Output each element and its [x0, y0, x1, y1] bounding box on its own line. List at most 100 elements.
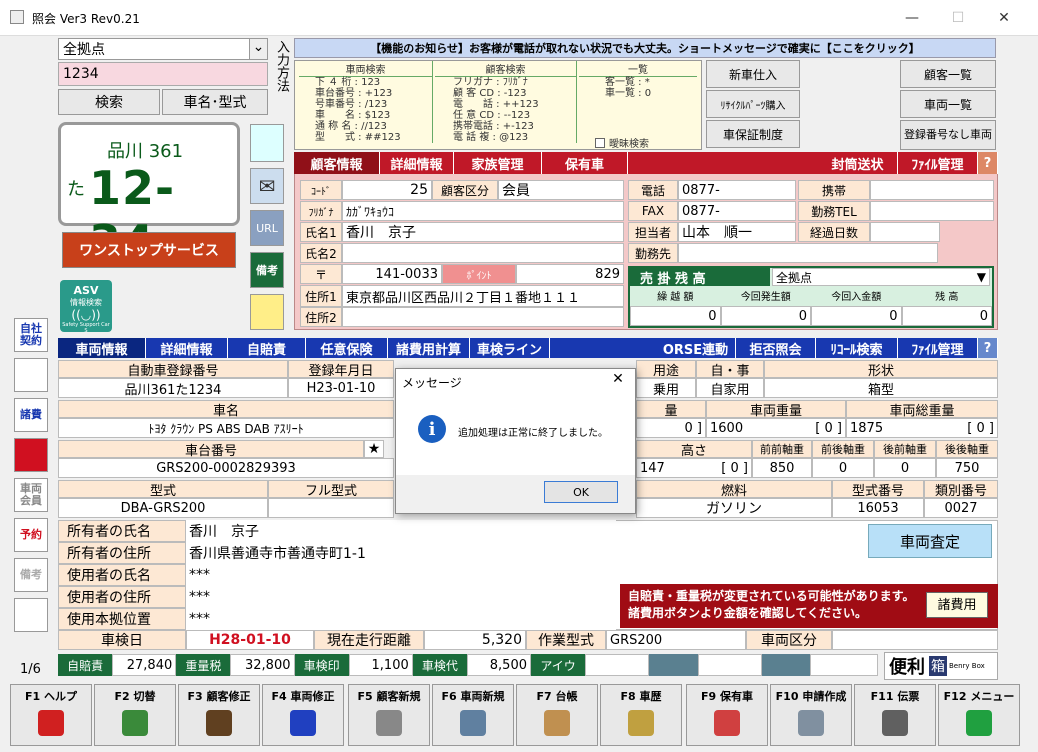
tab-inspect-line[interactable]: 車検ライン	[470, 338, 550, 358]
star-icon[interactable]: ★	[364, 440, 384, 458]
ok-button[interactable]: OK	[544, 481, 618, 503]
url-button[interactable]: URL	[250, 210, 284, 246]
juryo-field[interactable]: 32,800	[230, 654, 295, 676]
f1-help-button[interactable]: F1 ヘルプ	[10, 684, 92, 746]
name2-field[interactable]	[342, 243, 624, 263]
mobile-field[interactable]	[870, 180, 994, 200]
tab-nini[interactable]: 任意保険	[306, 338, 388, 358]
tab-vehicle-detail[interactable]: 詳細情報	[146, 338, 228, 358]
fax-field[interactable]: 0877-	[678, 201, 796, 221]
tab-jibai[interactable]: 自賠責	[228, 338, 306, 358]
reservation-button[interactable]: 予約	[14, 518, 48, 552]
addr2-field[interactable]	[342, 307, 624, 327]
rf-axle-field[interactable]: 0	[874, 458, 936, 478]
receivable-value[interactable]: 0	[811, 306, 902, 326]
cost-sheet-button[interactable]: 諸費	[14, 398, 48, 432]
search-button[interactable]: 検索	[58, 89, 160, 115]
model-field[interactable]: DBA-GRS200	[58, 498, 268, 518]
inspect-field[interactable]: H28-01-10	[186, 630, 314, 650]
owner-name-field[interactable]: 香川 京子	[186, 520, 616, 542]
aiu-field[interactable]	[585, 654, 650, 676]
weight-field[interactable]: 1600[ 0 ]	[706, 418, 846, 438]
rr-axle-field[interactable]: 750	[936, 458, 998, 478]
height-field[interactable]: 147[ 0 ]	[636, 458, 752, 478]
owner-addr-field[interactable]: 香川県善通寺市善通寺町1-1	[186, 542, 616, 564]
note-button[interactable]: 備考	[250, 252, 284, 288]
fuel-field[interactable]: ガソリン	[636, 498, 832, 518]
f2-switch-button[interactable]: F2 切替	[94, 684, 176, 746]
vehicle-member-button[interactable]: 車両会員	[14, 478, 48, 512]
close-button[interactable]: ✕	[989, 6, 1019, 30]
tel-field[interactable]: 0877-	[678, 180, 796, 200]
ambiguous-search-checkbox[interactable]: 曖昧検索	[595, 135, 649, 150]
model-no-field[interactable]: 16053	[832, 498, 924, 518]
f4-vehicle-edit-button[interactable]: F4 車両修正	[262, 684, 344, 746]
user-addr-field[interactable]: ***	[186, 586, 616, 608]
tab-vehicle-file[interactable]: ﾌｧｲﾙ管理	[898, 338, 978, 358]
cost-button[interactable]: 諸費用	[926, 592, 988, 618]
fr-axle-field[interactable]: 0	[812, 458, 874, 478]
brake-icon[interactable]	[14, 438, 48, 472]
tab-file-manage[interactable]: ﾌｧｲﾙ管理	[898, 152, 978, 174]
no-reg-vehicle-button[interactable]: 登録番号なし車両	[900, 120, 996, 150]
tab-envelope[interactable]: 封筒送状	[818, 152, 898, 174]
work-field[interactable]	[678, 243, 938, 263]
tab-owned-vehicles[interactable]: 保有車	[542, 152, 628, 174]
tab-orse[interactable]: ORSE連動	[656, 338, 736, 358]
reg-date-field[interactable]: H23-01-10	[288, 378, 394, 398]
f3-customer-edit-button[interactable]: F3 顧客修正	[178, 684, 260, 746]
point-field[interactable]: 829	[516, 264, 624, 284]
chassis-field[interactable]: GRS200-0002829393	[58, 458, 394, 478]
worktel-field[interactable]	[870, 201, 994, 221]
kubun-field[interactable]: 会員	[498, 180, 624, 200]
receivable-value[interactable]: 0	[901, 306, 992, 326]
help-icon[interactable]: ?	[978, 338, 998, 358]
user-name-field[interactable]: ***	[186, 564, 616, 586]
car-name-field[interactable]: ﾄﾖﾀ ｸﾗｳﾝ PS ABS DAB ｱｽﾘｰﾄ	[58, 418, 394, 438]
tab-customer-info[interactable]: 顧客情報	[294, 152, 380, 174]
f12-menu-button[interactable]: F12 メニュー	[938, 684, 1020, 746]
fee-field[interactable]: 8,500	[466, 654, 531, 676]
shape-field[interactable]: 箱型	[764, 378, 998, 398]
f10-apply-button[interactable]: F10 申請作成	[770, 684, 852, 746]
tab-family[interactable]: 家族管理	[454, 152, 542, 174]
asv-button[interactable]: ASV 情報検索 ((◡)) Safety Support Car S	[60, 280, 112, 334]
tab-vehicle-info[interactable]: 車両情報	[58, 338, 146, 358]
appraisal-button[interactable]: 車両査定	[868, 524, 992, 558]
dialog-close-button[interactable]: ✕	[606, 371, 630, 393]
tab-deny[interactable]: 拒否照会	[736, 338, 816, 358]
warranty-button[interactable]: 車保証制度	[706, 120, 800, 148]
mileage-field[interactable]: 5,320	[424, 630, 526, 650]
stamp-field[interactable]: 1,100	[348, 654, 413, 676]
vehicle-list-button[interactable]: 車両一覧	[900, 90, 996, 118]
own-contract-button[interactable]: 自社契約	[14, 318, 48, 352]
receivable-value[interactable]: 0	[720, 306, 811, 326]
help-icon[interactable]: ?	[978, 152, 998, 174]
wrench-icon[interactable]	[14, 358, 48, 392]
database-icon[interactable]	[250, 124, 284, 162]
name-model-button[interactable]: 車名･型式	[162, 89, 268, 115]
receivable-value[interactable]: 0	[630, 306, 721, 326]
f11-slip-button[interactable]: F11 伝票	[854, 684, 936, 746]
tab-cost[interactable]: 諸費用計算	[388, 338, 470, 358]
new-purchase-button[interactable]: 新車仕入	[706, 60, 800, 88]
self-field[interactable]: 自家用	[696, 378, 764, 398]
addr1-field[interactable]: 東京都品川区西品川２丁目１番地１１１	[342, 285, 624, 307]
notice-banner[interactable]: 【機能のお知らせ】お客様が電話が取れない状況でも大丈夫。ショートメッセージで確実…	[294, 38, 996, 58]
name1-field[interactable]: 香川 京子	[342, 222, 624, 242]
capacity-field[interactable]: 0 ]	[636, 418, 706, 438]
f6-vehicle-new-button[interactable]: F6 車両新規	[432, 684, 514, 746]
receivable-select[interactable]: 全拠点 ▼	[772, 268, 990, 286]
vclass-field[interactable]	[832, 630, 998, 650]
memo-button[interactable]: 備考	[14, 558, 48, 592]
f9-owned-button[interactable]: F9 保有車	[686, 684, 768, 746]
location-select[interactable]: 全拠点 ⌄	[58, 38, 268, 60]
customer-list-button[interactable]: 顧客一覧	[900, 60, 996, 88]
f5-customer-new-button[interactable]: F5 顧客新規	[348, 684, 430, 746]
cost-blank-field-2[interactable]	[810, 654, 879, 676]
search-input[interactable]: 1234	[58, 62, 268, 86]
kana-field[interactable]: ｶｶﾞﾜｷｮｳｺ	[342, 201, 624, 221]
folder-icon[interactable]	[14, 598, 48, 632]
chevron-down-icon[interactable]: ⌄	[249, 39, 267, 59]
f8-history-button[interactable]: F8 車歴	[600, 684, 682, 746]
